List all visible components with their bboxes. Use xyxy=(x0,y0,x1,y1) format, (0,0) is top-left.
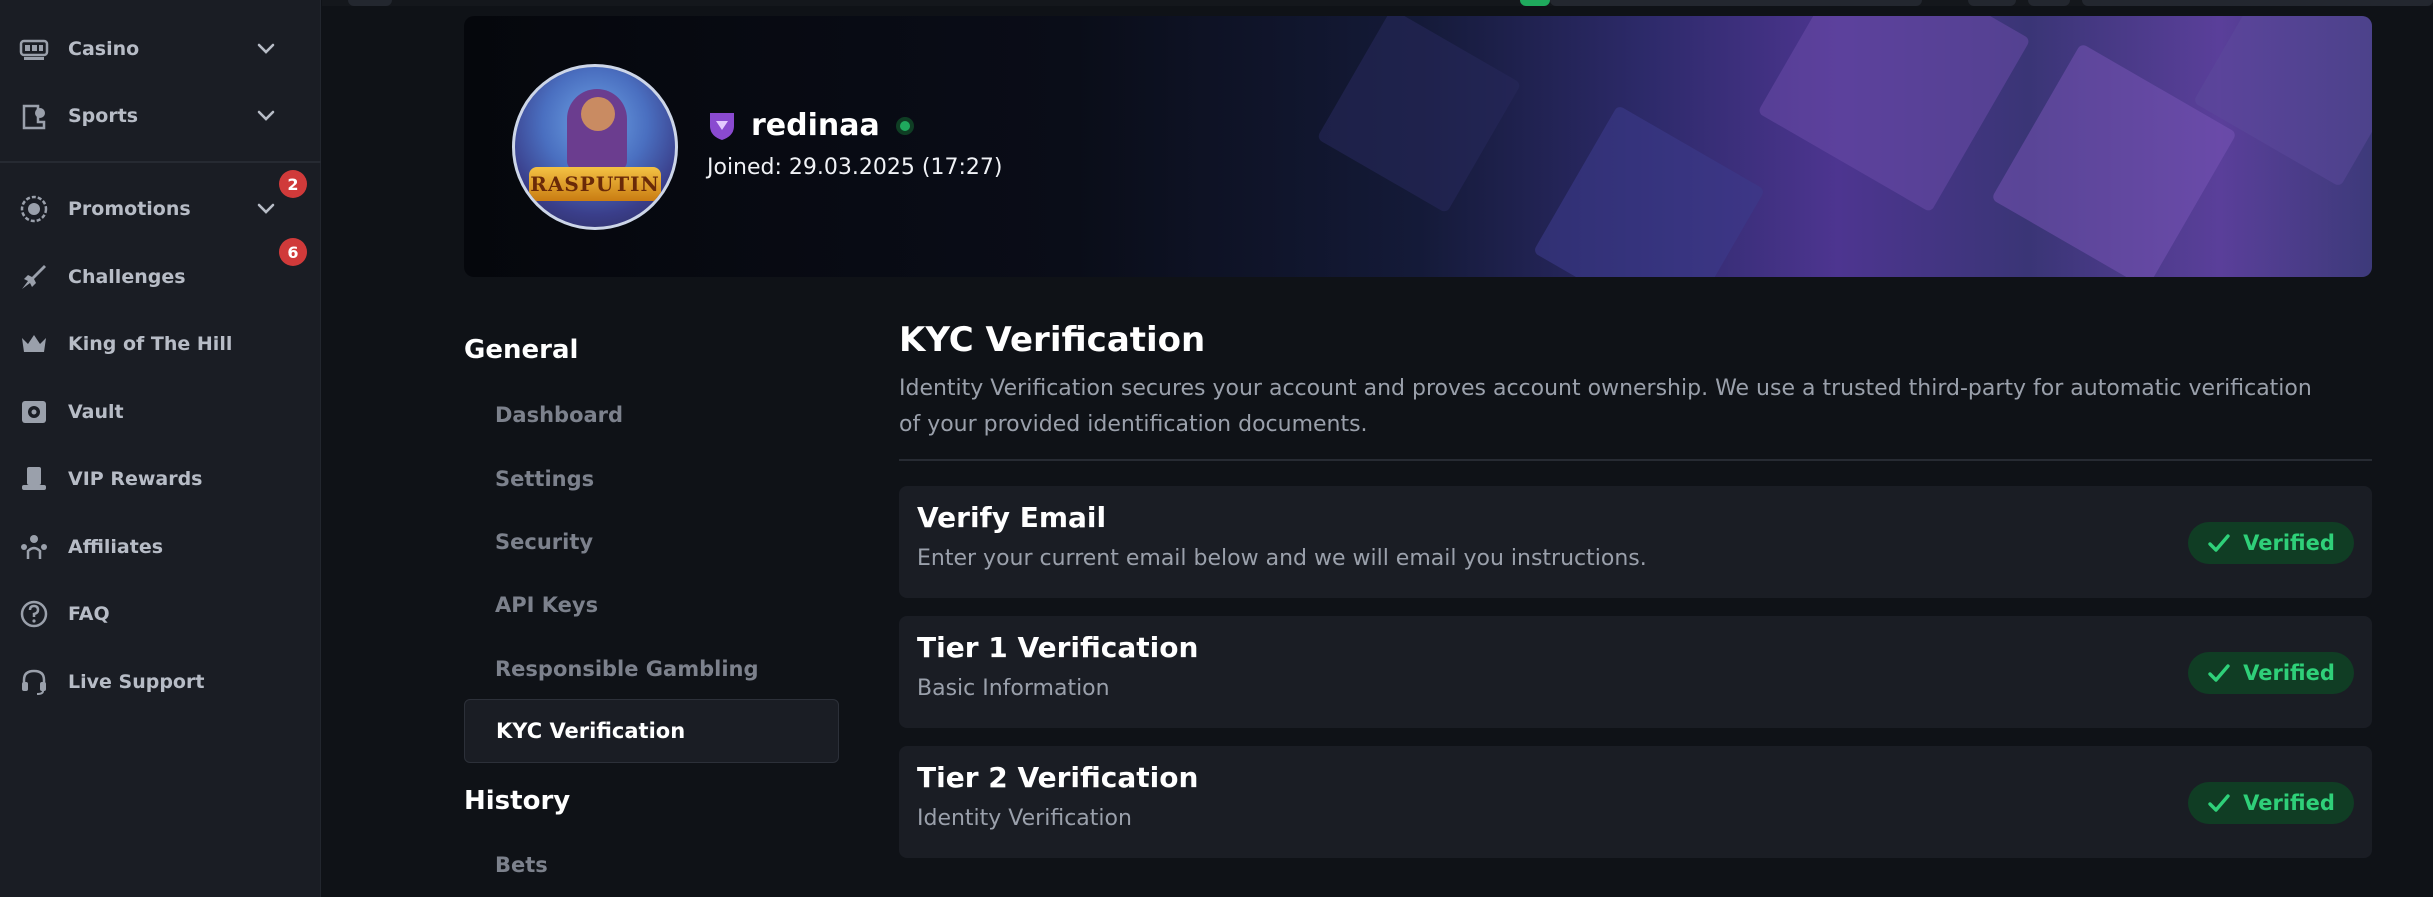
menu-heading-general: General xyxy=(464,335,579,365)
banner-decoration xyxy=(1757,16,2031,213)
banner-decoration xyxy=(1532,104,1766,277)
section-divider xyxy=(899,459,2372,461)
card-subtitle: Identity Verification xyxy=(917,806,1132,831)
top-bar-icon-edge[interactable] xyxy=(1968,0,2016,6)
tier-1-verification-card: Tier 1 Verification Basic Information Ve… xyxy=(899,616,2372,728)
avatar[interactable]: RASPUTIN xyxy=(512,64,678,230)
verified-status-badge: Verified xyxy=(2188,652,2354,694)
sidebar-item-casino[interactable]: Casino xyxy=(0,23,321,75)
challenges-count-badge: 6 xyxy=(279,238,307,266)
sidebar-item-label: Casino xyxy=(68,38,140,60)
menu-item-responsible-gambling[interactable]: Responsible Gambling xyxy=(464,637,839,701)
sidebar-item-label: King of The Hill xyxy=(68,333,233,355)
username-row: redinaa xyxy=(707,108,914,143)
top-bar-icon-edge[interactable] xyxy=(2028,0,2070,6)
chevron-down-icon[interactable] xyxy=(255,198,277,220)
top-bar-edge xyxy=(322,0,2433,6)
headset-icon xyxy=(18,666,50,698)
page-description: Identity Verification secures your accou… xyxy=(899,376,2312,437)
checkmark-icon xyxy=(2208,534,2230,552)
menu-item-api-keys[interactable]: API Keys xyxy=(464,573,839,637)
sidebar-item-live-support[interactable]: Live Support xyxy=(0,656,321,708)
sidebar-item-vault[interactable]: Vault xyxy=(0,386,321,438)
sidebar-item-label: Promotions xyxy=(68,198,191,220)
chevron-down-icon[interactable] xyxy=(255,105,277,127)
top-bar-button-edge[interactable] xyxy=(348,0,392,6)
avatar-face xyxy=(581,97,615,131)
card-title: Verify Email xyxy=(917,501,1107,534)
question-icon xyxy=(18,598,50,630)
top-bar-account-edge[interactable] xyxy=(2082,0,2433,6)
crown-icon xyxy=(18,328,50,360)
banner-decoration xyxy=(1316,16,1522,214)
menu-item-settings[interactable]: Settings xyxy=(464,447,839,511)
sidebar-item-label: VIP Rewards xyxy=(68,468,203,490)
challenges-icon xyxy=(18,261,50,293)
sidebar-item-label: FAQ xyxy=(68,603,110,625)
affiliates-icon xyxy=(18,531,50,563)
online-status-indicator xyxy=(895,116,914,135)
sidebar-divider xyxy=(0,161,321,163)
sidebar-item-label: Challenges xyxy=(68,266,186,288)
page-title: KYC Verification xyxy=(899,320,1206,360)
sidebar-item-label: Affiliates xyxy=(68,536,164,558)
sidebar-item-label: Vault xyxy=(68,401,124,423)
profile-banner: RASPUTIN redinaa Joined: 29.03.2025 (17:… xyxy=(464,16,2372,277)
verified-status-badge: Verified xyxy=(2188,522,2354,564)
vip-hat-icon xyxy=(18,463,50,495)
vip-shield-icon xyxy=(710,112,734,140)
banner-decoration xyxy=(1991,43,2237,277)
card-subtitle: Enter your current email below and we wi… xyxy=(917,546,1647,571)
sidebar-item-sports[interactable]: Sports xyxy=(0,90,321,142)
casino-icon xyxy=(18,33,50,65)
avatar-logo: RASPUTIN xyxy=(529,167,661,201)
sidebar-item-label: Sports xyxy=(68,105,139,127)
promotions-icon xyxy=(18,193,50,225)
sidebar-item-label: Live Support xyxy=(68,671,205,693)
sidebar-item-vip-rewards[interactable]: VIP Rewards xyxy=(0,453,321,505)
top-bar-search-edge[interactable] xyxy=(1550,0,1922,6)
status-label: Verified xyxy=(2243,791,2335,815)
status-label: Verified xyxy=(2243,531,2335,555)
vault-icon xyxy=(18,396,50,428)
sidebar-item-challenges[interactable]: Challenges xyxy=(0,251,321,303)
sidebar-item-faq[interactable]: FAQ xyxy=(0,588,321,640)
chevron-down-icon[interactable] xyxy=(255,38,277,60)
sidebar-item-affiliates[interactable]: Affiliates xyxy=(0,521,321,573)
menu-item-security[interactable]: Security xyxy=(464,510,839,574)
sidebar-item-king-of-the-hill[interactable]: King of The Hill xyxy=(0,318,321,370)
sports-icon xyxy=(18,100,50,132)
checkmark-icon xyxy=(2208,664,2230,682)
verified-status-badge: Verified xyxy=(2188,782,2354,824)
menu-item-dashboard[interactable]: Dashboard xyxy=(464,383,839,447)
sidebar-item-promotions[interactable]: Promotions xyxy=(0,183,321,235)
username: redinaa xyxy=(751,108,880,143)
status-label: Verified xyxy=(2243,661,2335,685)
card-title: Tier 1 Verification xyxy=(917,631,1199,664)
menu-heading-history: History xyxy=(464,786,571,816)
menu-item-bets[interactable]: Bets xyxy=(464,833,839,897)
joined-date: Joined: 29.03.2025 (17:27) xyxy=(707,155,1003,180)
tier-2-verification-card: Tier 2 Verification Identity Verificatio… xyxy=(899,746,2372,858)
card-subtitle: Basic Information xyxy=(917,676,1110,701)
menu-item-kyc-verification[interactable]: KYC Verification xyxy=(464,699,839,763)
checkmark-icon xyxy=(2208,794,2230,812)
sidebar: Casino Sports Promotions 2 Challenges 6 … xyxy=(0,0,321,897)
promotions-count-badge: 2 xyxy=(279,170,307,198)
verify-email-card: Verify Email Enter your current email be… xyxy=(899,486,2372,598)
top-bar-accent-edge xyxy=(1520,0,1550,6)
card-title: Tier 2 Verification xyxy=(917,761,1199,794)
